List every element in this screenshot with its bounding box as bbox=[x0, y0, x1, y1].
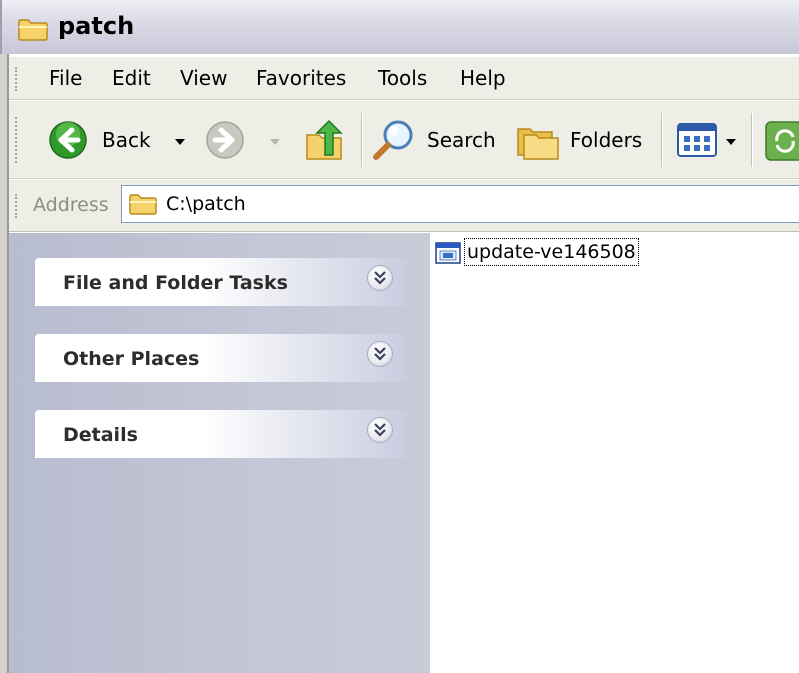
task-section-other-places[interactable]: Other Places bbox=[35, 334, 407, 382]
up-folder-button[interactable] bbox=[299, 115, 351, 165]
views-dropdown-arrow-icon[interactable] bbox=[726, 139, 736, 145]
folders-label: Folders bbox=[570, 128, 643, 152]
standard-toolbar: Back Search Folders bbox=[9, 101, 799, 179]
menu-help[interactable]: Help bbox=[460, 66, 506, 90]
window-title: patch bbox=[58, 12, 135, 40]
task-section-title: Details bbox=[63, 424, 138, 446]
search-label: Search bbox=[427, 128, 496, 152]
menu-bar: File Edit View Favorites Tools Help bbox=[9, 56, 799, 100]
file-name: update-ve146508 bbox=[464, 238, 639, 266]
back-button[interactable]: Back bbox=[39, 115, 189, 165]
forward-button[interactable] bbox=[204, 115, 289, 165]
task-section-title: Other Places bbox=[63, 348, 200, 370]
folders-icon bbox=[517, 128, 559, 160]
menu-tools[interactable]: Tools bbox=[378, 66, 427, 90]
menu-favorites[interactable]: Favorites bbox=[256, 66, 346, 90]
back-label: Back bbox=[102, 128, 151, 152]
forward-dropdown-arrow-icon[interactable] bbox=[270, 139, 280, 145]
menubar-grip[interactable] bbox=[15, 67, 19, 91]
toolbar-separator bbox=[361, 113, 363, 167]
window-frame-left bbox=[0, 54, 9, 673]
double-chevron-down-icon bbox=[374, 347, 386, 361]
search-magnifier-icon bbox=[373, 120, 413, 160]
double-chevron-down-icon bbox=[374, 271, 386, 285]
double-chevron-down-icon bbox=[374, 423, 386, 437]
folders-button[interactable]: Folders bbox=[514, 115, 649, 165]
expand-chevron-button[interactable] bbox=[367, 265, 393, 291]
sync-icon bbox=[765, 121, 799, 161]
task-section-header[interactable]: Details bbox=[35, 410, 407, 458]
up-folder-icon bbox=[306, 119, 343, 160]
folder-icon bbox=[18, 19, 48, 41]
address-bar: Address C:\patch bbox=[9, 180, 799, 232]
toolbar-separator bbox=[751, 113, 753, 167]
forward-arrow-icon bbox=[206, 121, 244, 159]
file-list-view[interactable]: update-ve146508 bbox=[431, 233, 799, 673]
task-pane: File and Folder Tasks Other Places Detai… bbox=[9, 233, 430, 673]
back-dropdown-arrow-icon[interactable] bbox=[175, 139, 185, 145]
address-label: Address bbox=[33, 194, 109, 216]
task-section-header[interactable]: Other Places bbox=[35, 334, 407, 382]
title-bar: patch bbox=[0, 0, 799, 54]
expand-chevron-button[interactable] bbox=[367, 417, 393, 443]
menu-file[interactable]: File bbox=[49, 66, 82, 90]
toolbar-separator bbox=[661, 113, 663, 167]
search-button[interactable]: Search bbox=[369, 115, 499, 165]
task-section-details[interactable]: Details bbox=[35, 410, 407, 458]
views-grid-icon bbox=[677, 123, 717, 157]
addressbar-grip[interactable] bbox=[15, 194, 19, 218]
menu-view[interactable]: View bbox=[180, 66, 227, 90]
task-section-header[interactable]: File and Folder Tasks bbox=[35, 258, 407, 306]
expand-chevron-button[interactable] bbox=[367, 341, 393, 367]
task-section-title: File and Folder Tasks bbox=[63, 272, 288, 294]
back-arrow-icon bbox=[49, 121, 87, 159]
menu-edit[interactable]: Edit bbox=[112, 66, 151, 90]
address-input[interactable]: C:\patch bbox=[121, 185, 799, 223]
address-path: C:\patch bbox=[166, 193, 246, 215]
toolbar-grip[interactable] bbox=[15, 117, 19, 163]
folder-icon bbox=[129, 194, 157, 215]
sync-button[interactable] bbox=[761, 115, 799, 165]
task-section-file-folder-tasks[interactable]: File and Folder Tasks bbox=[35, 258, 407, 306]
application-icon bbox=[435, 242, 461, 264]
views-button[interactable] bbox=[671, 115, 741, 165]
